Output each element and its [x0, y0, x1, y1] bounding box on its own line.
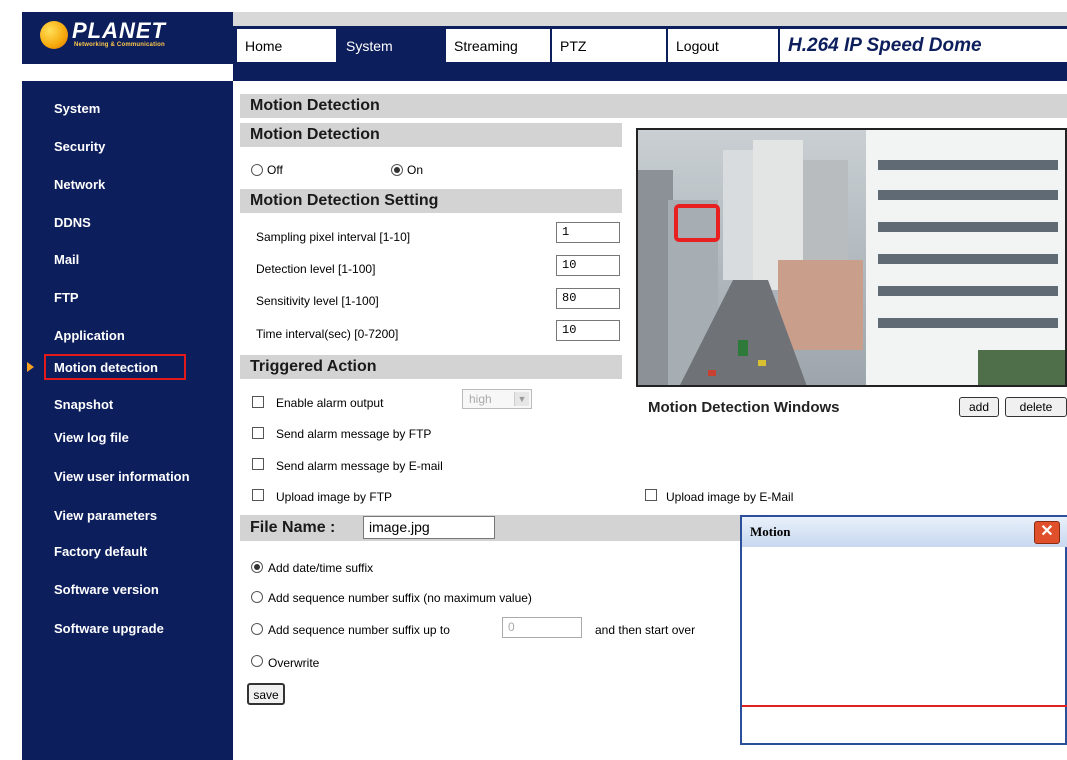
sidebar-item-view-log-file[interactable]: View log file [54, 430, 129, 445]
sensitivity-level-input[interactable]: 80 [556, 288, 620, 309]
overwrite-radio[interactable] [251, 655, 263, 667]
sidebar-item-network[interactable]: Network [54, 177, 105, 192]
suffix-after-label: and then start over [595, 623, 696, 637]
file-name-label: File Name : [250, 519, 336, 536]
enable-alarm-label: Enable alarm output [276, 396, 384, 410]
enable-alarm-checkbox[interactable] [252, 396, 264, 408]
camera-preview[interactable] [636, 128, 1067, 387]
md-on-radio[interactable] [391, 164, 403, 176]
suffix-seq-label: Add sequence number suffix (no maximum v… [268, 591, 532, 605]
email-message-checkbox[interactable] [252, 458, 264, 470]
md-off-radio[interactable] [251, 164, 263, 176]
sidebar-item-ftp[interactable]: FTP [54, 290, 79, 305]
ftp-message-checkbox[interactable] [252, 427, 264, 439]
suffix-seq-up-label: Add sequence number suffix up to [268, 623, 450, 637]
sidebar-item-security[interactable]: Security [54, 139, 105, 154]
close-icon[interactable]: ✕ [1034, 521, 1060, 544]
motion-level-line [742, 705, 1067, 707]
logo-subtext: Networking & Communication [74, 42, 165, 48]
planet-logo-icon [40, 21, 68, 49]
setting-label: Detection level [1-100] [256, 262, 376, 276]
save-button[interactable]: save [247, 683, 285, 705]
active-arrow-icon [27, 362, 34, 372]
sidebar-item-system[interactable]: System [54, 101, 100, 116]
upload-email-label: Upload image by E-Mail [666, 490, 794, 504]
upload-ftp-checkbox[interactable] [252, 489, 264, 501]
setting-label: Sampling pixel interval [1-10] [256, 230, 411, 244]
ftp-message-label: Send alarm message by FTP [276, 427, 432, 441]
sidebar-item-software-version[interactable]: Software version [54, 582, 159, 597]
time-interval-input[interactable]: 10 [556, 320, 620, 341]
alarm-level-select[interactable]: high ▼ [462, 389, 532, 409]
sidebar-item-snapshot[interactable]: Snapshot [54, 397, 113, 412]
delete-window-button[interactable]: delete [1005, 397, 1067, 417]
alarm-level-value: high [469, 392, 492, 406]
sidebar-item-view-user-information[interactable]: View user information [54, 469, 190, 484]
sidebar-item-application[interactable]: Application [54, 328, 125, 343]
upload-ftp-label: Upload image by FTP [276, 490, 393, 504]
setting-label: Sensitivity level [1-100] [256, 294, 379, 308]
overwrite-label: Overwrite [268, 656, 320, 670]
suffix-date-label: Add date/time suffix [268, 561, 374, 575]
sidebar-item-motion-detection[interactable]: Motion detection [54, 360, 158, 375]
sidebar-item-factory-default[interactable]: Factory default [54, 544, 147, 559]
sidebar-item-software-upgrade[interactable]: Software upgrade [54, 621, 164, 636]
section-triggered-action: Triggered Action [240, 355, 622, 379]
add-window-button[interactable]: add [959, 397, 999, 417]
setting-label: Time interval(sec) [0-7200] [256, 327, 399, 341]
sidebar-item-ddns[interactable]: DDNS [54, 215, 91, 230]
product-name: H.264 IP Speed Dome [780, 29, 1067, 62]
md-on-label: On [407, 163, 424, 177]
tab-logout[interactable]: Logout [668, 29, 778, 62]
suffix-max-input[interactable]: 0 [502, 617, 582, 638]
sampling-interval-input[interactable]: 1 [556, 222, 620, 243]
motion-window-title: Motion [750, 524, 791, 539]
suffix-seq-up-radio[interactable] [251, 623, 263, 635]
detection-level-input[interactable]: 10 [556, 255, 620, 276]
chevron-down-icon: ▼ [514, 392, 529, 406]
top-stripe [233, 12, 1067, 26]
email-message-label: Send alarm message by E-mail [276, 459, 443, 473]
navbar-bottom [233, 64, 1067, 81]
tab-ptz[interactable]: PTZ [552, 29, 666, 62]
motion-window[interactable]: Motion ✕ [740, 515, 1067, 745]
tab-home[interactable]: Home [237, 29, 336, 62]
page-title: Motion Detection [240, 94, 1067, 118]
suffix-seq-radio[interactable] [251, 591, 263, 603]
tab-system[interactable]: System [338, 29, 444, 62]
suffix-date-radio[interactable] [251, 561, 263, 573]
sidebar-item-mail[interactable]: Mail [54, 252, 79, 267]
md-off-label: Off [267, 163, 283, 177]
tab-streaming[interactable]: Streaming [446, 29, 550, 62]
file-name-input[interactable]: image.jpg [363, 516, 495, 539]
sidebar-item-view-parameters[interactable]: View parameters [54, 508, 157, 523]
section-motion-detection: Motion Detection [240, 123, 622, 147]
motion-window-titlebar[interactable]: Motion ✕ [742, 517, 1067, 547]
city-scene-image [638, 130, 1065, 385]
section-md-setting: Motion Detection Setting [240, 189, 622, 213]
upload-email-checkbox[interactable] [645, 489, 657, 501]
logo-text: PLANET [72, 18, 166, 43]
windows-title: Motion Detection Windows [648, 399, 840, 416]
